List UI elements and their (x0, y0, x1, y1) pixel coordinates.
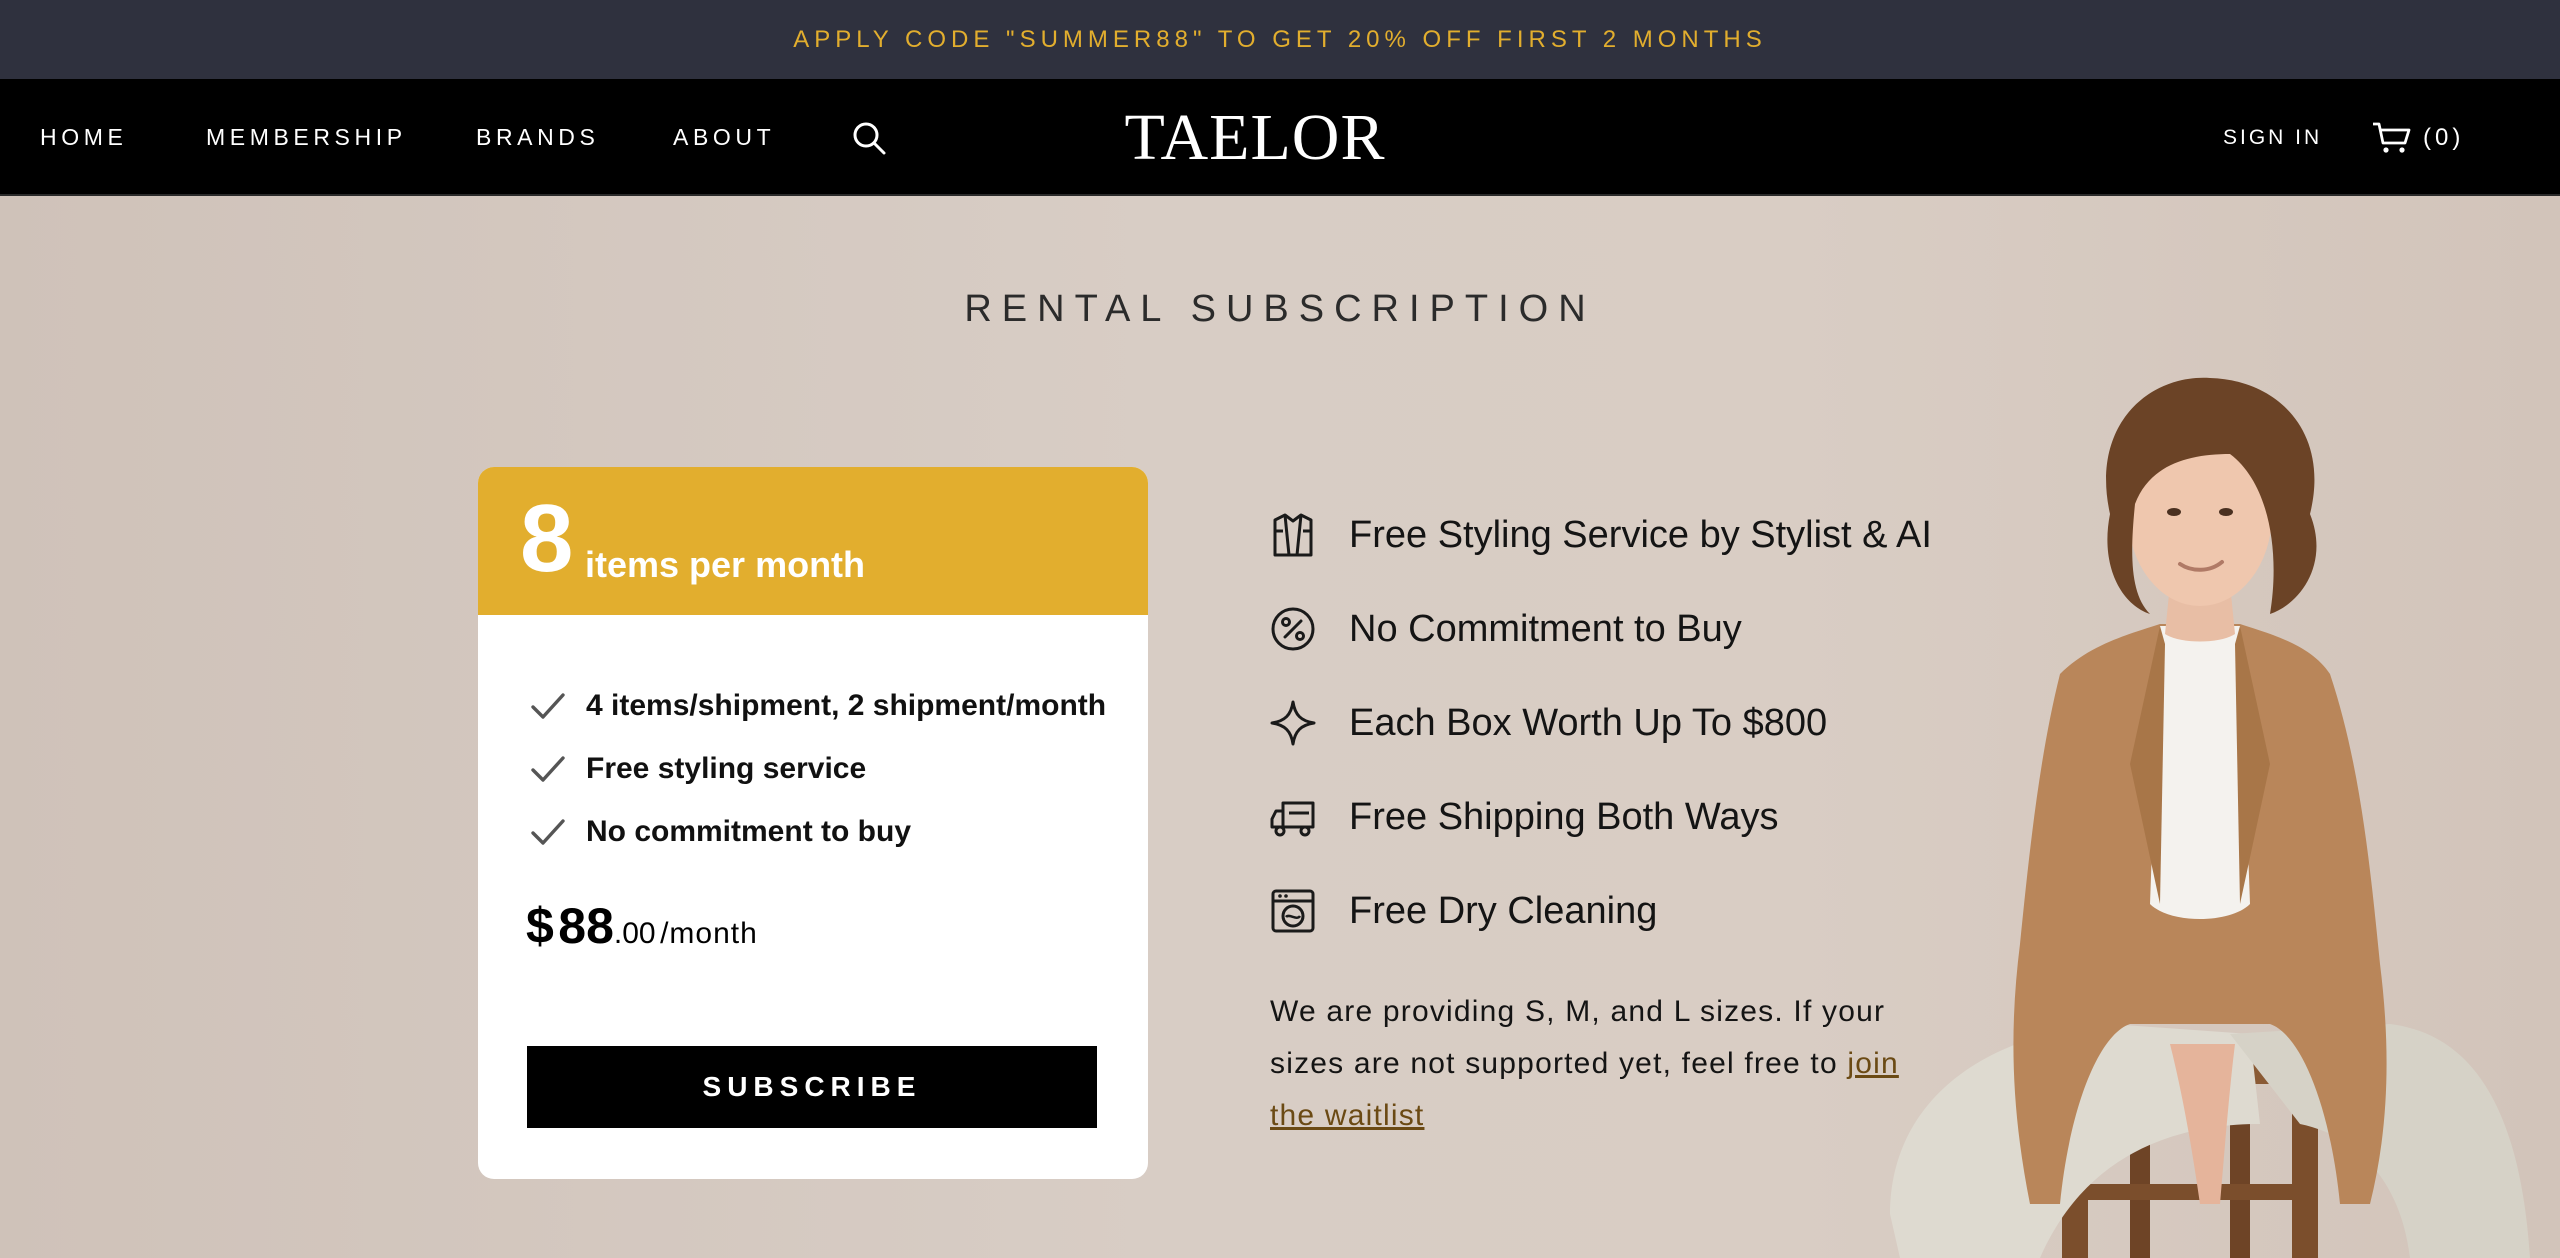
sign-in-link[interactable]: SIGN IN (2223, 79, 2322, 196)
truck-icon (1270, 801, 1315, 837)
benefit-item: Each Box Worth Up To $800 (1269, 693, 1827, 753)
check-icon (531, 693, 565, 719)
price-period: /month (660, 917, 758, 950)
plan-item-count: 8 (520, 485, 574, 592)
benefit-item: Free Shipping Both Ways (1269, 787, 1778, 847)
check-icon (531, 756, 565, 782)
brand-logo[interactable]: TAELOR (1122, 79, 1388, 196)
subscribe-button[interactable]: SUBSCRIBE (527, 1046, 1097, 1128)
price-currency: $ (526, 898, 554, 954)
benefit-label: Free Dry Cleaning (1349, 889, 1658, 932)
cart-button[interactable]: (0) (2371, 79, 2464, 196)
plan-feature-text: Free styling service (586, 752, 867, 785)
plan-feature-text: No commitment to buy (586, 815, 912, 848)
plan-card-header: 8 items per month (478, 467, 1148, 615)
plan-price: $ 88.00 /month (526, 897, 758, 955)
benefit-label: Free Shipping Both Ways (1349, 795, 1779, 838)
benefit-label: No Commitment to Buy (1349, 607, 1742, 650)
cart-count: (0) (2423, 123, 2465, 151)
plan-feature: 4 items/shipment, 2 shipment/month (530, 689, 1106, 723)
plan-card: 8 items per month 4 items/shipment, 2 sh… (478, 467, 1148, 1179)
size-note: We are providing S, M, and L sizes. If y… (1270, 986, 1910, 1142)
plan-feature: Free styling service (530, 752, 866, 786)
sparkle-icon (1270, 700, 1316, 746)
search-icon[interactable] (851, 79, 887, 196)
nav-about[interactable]: ABOUT (673, 79, 775, 196)
promo-banner: APPLY CODE "SUMMER88" TO GET 20% OFF FIR… (0, 0, 2560, 79)
benefit-item: Free Dry Cleaning (1269, 881, 1657, 941)
benefit-label: Each Box Worth Up To $800 (1349, 701, 1828, 744)
washer-icon (1271, 889, 1315, 933)
hero-section: RENTAL SUBSCRIPTION 8 items per month 4 … (0, 196, 2560, 1258)
promo-text: APPLY CODE "SUMMER88" TO GET 20% OFF FIR… (793, 25, 1767, 53)
price-cents: .00 (613, 917, 656, 950)
page-title: RENTAL SUBSCRIPTION (964, 288, 1596, 330)
cart-icon (2373, 122, 2411, 153)
nav-membership[interactable]: MEMBERSHIP (206, 79, 407, 196)
plan-item-unit: items per month (585, 544, 866, 585)
nav-home[interactable]: HOME (40, 79, 127, 196)
logo-text: TAELOR (1124, 100, 1386, 174)
plan-feature-text: 4 items/shipment, 2 shipment/month (586, 689, 1107, 722)
nav-brands[interactable]: BRANDS (476, 79, 599, 196)
percent-icon (1271, 607, 1315, 651)
model-photo (1890, 377, 2530, 1258)
plan-feature: No commitment to buy (530, 815, 911, 849)
price-amount: 88 (558, 898, 614, 954)
check-icon (531, 819, 565, 845)
top-navigation: HOME MEMBERSHIP BRANDS ABOUT TAELOR SIGN… (0, 79, 2560, 196)
benefit-item: No Commitment to Buy (1269, 599, 1742, 659)
size-note-text: We are providing S, M, and L sizes. If y… (1270, 995, 1886, 1080)
jacket-icon (1273, 513, 1313, 557)
